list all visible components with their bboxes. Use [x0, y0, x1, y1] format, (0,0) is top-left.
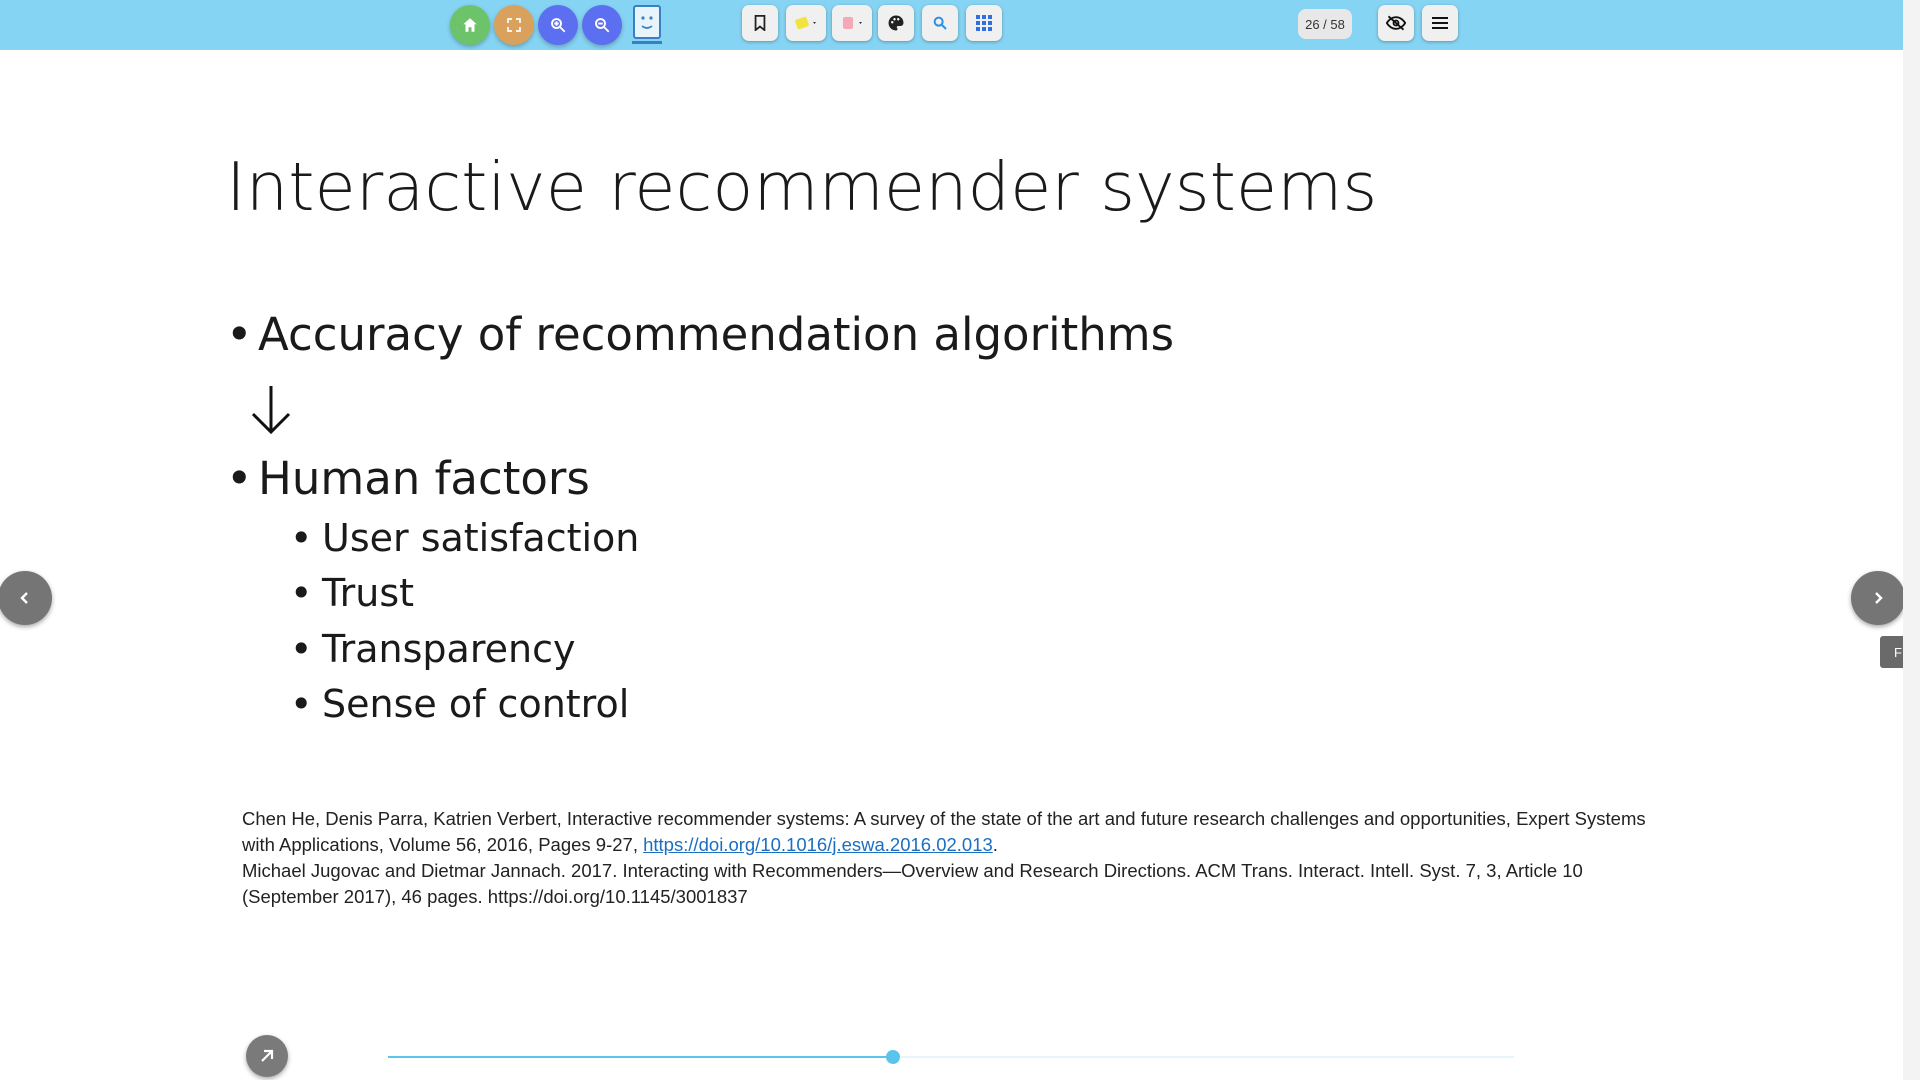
- grid-icon: [976, 15, 992, 31]
- reference-1: Chen He, Denis Parra, Katrien Verbert, I…: [242, 806, 1662, 858]
- chevron-left-icon: [20, 592, 28, 604]
- search-icon: [933, 16, 947, 30]
- home-icon: [463, 18, 477, 32]
- palette-button[interactable]: [878, 5, 914, 41]
- bullet-item: • Human factors: [226, 452, 590, 505]
- highlighter-button[interactable]: [786, 5, 826, 41]
- sub-bullet-text: Transparency: [322, 627, 576, 671]
- fullscreen-icon: [507, 18, 521, 32]
- hide-toolbar-button[interactable]: [1378, 5, 1414, 41]
- app-logo[interactable]: [630, 4, 664, 46]
- reference-2: Michael Jugovac and Dietmar Jannach. 201…: [242, 860, 1583, 907]
- eraser-icon: [843, 17, 862, 29]
- reference-end: .: [992, 834, 998, 855]
- palette-icon: [888, 15, 904, 31]
- page-progress-knob[interactable]: [885, 1050, 900, 1064]
- highlighter-icon: [795, 16, 816, 30]
- bullet-marker: •: [226, 308, 253, 361]
- previous-page-button[interactable]: [0, 571, 52, 625]
- bullet-marker: •: [226, 452, 253, 505]
- bullet-text: Human factors: [258, 452, 590, 505]
- sub-bullet-item: • Sense of control: [290, 682, 629, 726]
- top-toolbar: 26 / 58: [0, 0, 1920, 50]
- arrow-up-right-icon: [261, 1049, 274, 1062]
- bookmark-icon: [754, 15, 766, 31]
- zoom-in-button[interactable]: [538, 5, 578, 45]
- sub-bullet-item: • User satisfaction: [290, 516, 639, 560]
- next-page-button[interactable]: [1851, 571, 1905, 625]
- menu-button[interactable]: [1422, 5, 1458, 41]
- sub-bullet-text: Sense of control: [322, 682, 630, 726]
- references: Chen He, Denis Parra, Katrien Verbert, I…: [242, 806, 1662, 910]
- page-progress-track[interactable]: [388, 1050, 1514, 1064]
- down-arrow-icon: [251, 386, 291, 435]
- doi-link[interactable]: https://doi.org/10.1016/j.eswa.2016.02.0…: [643, 834, 993, 855]
- search-button[interactable]: [922, 5, 958, 41]
- zoom-out-icon: [595, 18, 610, 33]
- home-button[interactable]: [450, 5, 490, 45]
- bookmark-button[interactable]: [742, 5, 778, 41]
- slide-title: Interactive recommender systems: [226, 148, 1378, 226]
- page-progress-fill: [388, 1056, 893, 1058]
- zoom-out-button[interactable]: [582, 5, 622, 45]
- bullet-marker: •: [290, 682, 313, 726]
- page-indicator: 26 / 58: [1298, 9, 1352, 39]
- fullscreen-button[interactable]: [494, 5, 534, 45]
- chevron-right-icon: [1875, 592, 1883, 604]
- hide-icon: [1386, 15, 1406, 31]
- sub-bullet-text: Trust: [322, 571, 415, 615]
- bullet-item: • Accuracy of recommendation algorithms: [226, 308, 1174, 361]
- eraser-button[interactable]: [832, 5, 872, 41]
- bullet-marker: •: [290, 516, 313, 560]
- sub-bullet-item: • Trust: [290, 571, 414, 615]
- bullet-marker: •: [290, 571, 313, 615]
- scrollbar[interactable]: [1903, 0, 1920, 1080]
- sub-bullet-text: User satisfaction: [322, 516, 640, 560]
- grid-view-button[interactable]: [966, 5, 1002, 41]
- zoom-in-icon: [551, 18, 566, 33]
- menu-icon: [1432, 17, 1448, 29]
- bullet-marker: •: [290, 627, 313, 671]
- sub-bullet-item: • Transparency: [290, 627, 575, 671]
- expand-button[interactable]: [246, 1035, 288, 1077]
- bullet-text: Accuracy of recommendation algorithms: [258, 308, 1175, 361]
